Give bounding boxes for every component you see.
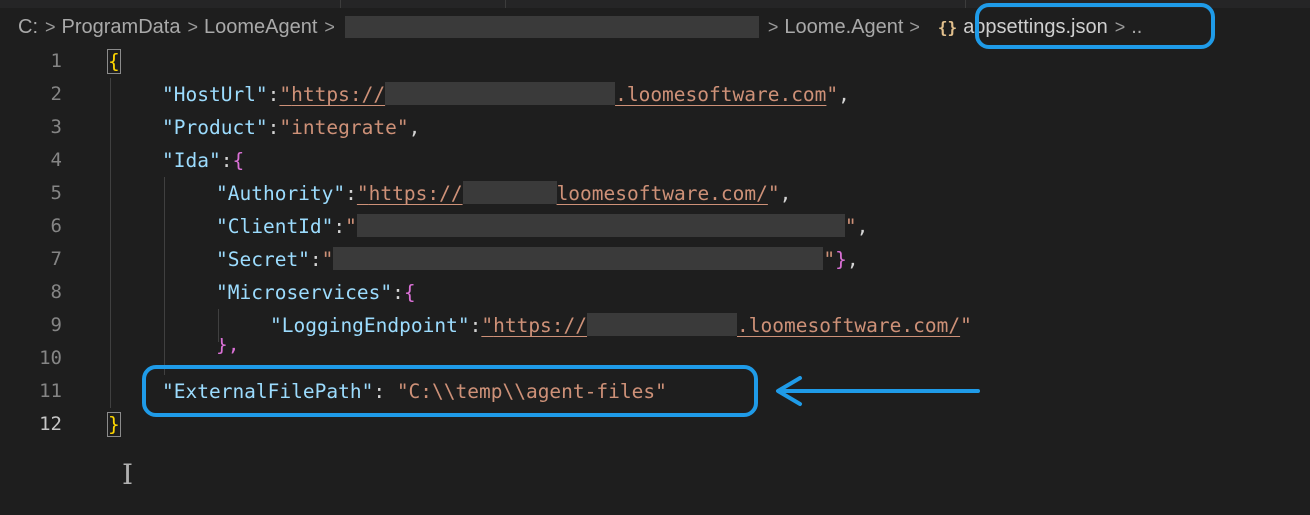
- line-number: 8: [50, 281, 62, 303]
- authority-link[interactable]: "https://loomesoftware.com/: [357, 181, 768, 205]
- open-brace: {: [107, 49, 121, 74]
- code-line-10[interactable]: },: [216, 338, 239, 354]
- redacted-value: [385, 82, 616, 105]
- code-line-5[interactable]: "Authority":"https://loomesoftware.com/"…: [216, 177, 791, 210]
- logging-endpoint-link[interactable]: "https://.loomesoftware.com/: [481, 313, 960, 337]
- line-number: 9: [50, 314, 62, 336]
- close-brace: }: [107, 412, 121, 437]
- tab-divider: [505, 0, 506, 8]
- breadcrumb-item-drive[interactable]: C:: [18, 16, 38, 39]
- external-file-path-highlight: [142, 365, 758, 417]
- chevron-right-icon: >: [187, 16, 198, 37]
- line-number: 4: [50, 149, 62, 171]
- chevron-right-icon: >: [909, 16, 920, 37]
- code-line-6[interactable]: "ClientId":" ",: [216, 210, 868, 243]
- tab-divider: [965, 0, 966, 8]
- code-line-3[interactable]: "Product":"integrate",: [162, 111, 420, 144]
- line-number: 1: [50, 50, 62, 72]
- line-number: 5: [50, 182, 62, 204]
- redacted-value: [587, 313, 738, 336]
- chevron-right-icon: >: [45, 16, 56, 37]
- line-number: 3: [50, 116, 62, 138]
- line-number: 6: [50, 215, 62, 237]
- line-number: 10: [39, 347, 62, 369]
- text-cursor-icon: I: [122, 458, 134, 491]
- chevron-right-icon: >: [324, 16, 335, 37]
- line-number: 11: [39, 380, 62, 402]
- redacted-value: [333, 247, 824, 270]
- code-line-12[interactable]: }: [107, 408, 121, 441]
- redacted-value: [462, 181, 557, 204]
- code-line-2[interactable]: "HostUrl":"https://.loomesoftware.com",: [162, 78, 850, 111]
- code-line-9[interactable]: "LoggingEndpoint":"https://.loomesoftwar…: [270, 309, 972, 342]
- chevron-right-icon: >: [767, 16, 779, 37]
- breadcrumb-item-programdata[interactable]: ProgramData: [62, 16, 181, 39]
- tab-divider: [340, 0, 341, 8]
- indent-guide: [164, 177, 165, 375]
- line-number: 7: [50, 248, 62, 270]
- breadcrumb-item-loome-agent[interactable]: Loome.Agent: [784, 16, 903, 39]
- left-arrow-icon: [776, 376, 980, 406]
- code-line-1[interactable]: {: [107, 45, 121, 78]
- breadcrumb-item-loomeagent[interactable]: LoomeAgent: [204, 16, 317, 39]
- file-breadcrumb-highlight: [975, 3, 1215, 49]
- code-line-7[interactable]: "Secret":" "},: [216, 243, 859, 276]
- host-url-link[interactable]: "https://.loomesoftware.com: [279, 82, 826, 106]
- line-number-active: 12: [39, 413, 62, 435]
- indent-guide: [110, 78, 111, 408]
- code-line-4[interactable]: "Ida":{: [162, 144, 244, 177]
- breadcrumb: C: > ProgramData > LoomeAgent > > Loome.…: [18, 12, 1142, 42]
- code-line-8[interactable]: "Microservices":{: [216, 276, 416, 309]
- redacted-value: [356, 214, 845, 237]
- redacted-breadcrumb: [344, 16, 759, 38]
- line-number: 2: [50, 83, 62, 105]
- json-braces-icon: {}: [937, 17, 958, 37]
